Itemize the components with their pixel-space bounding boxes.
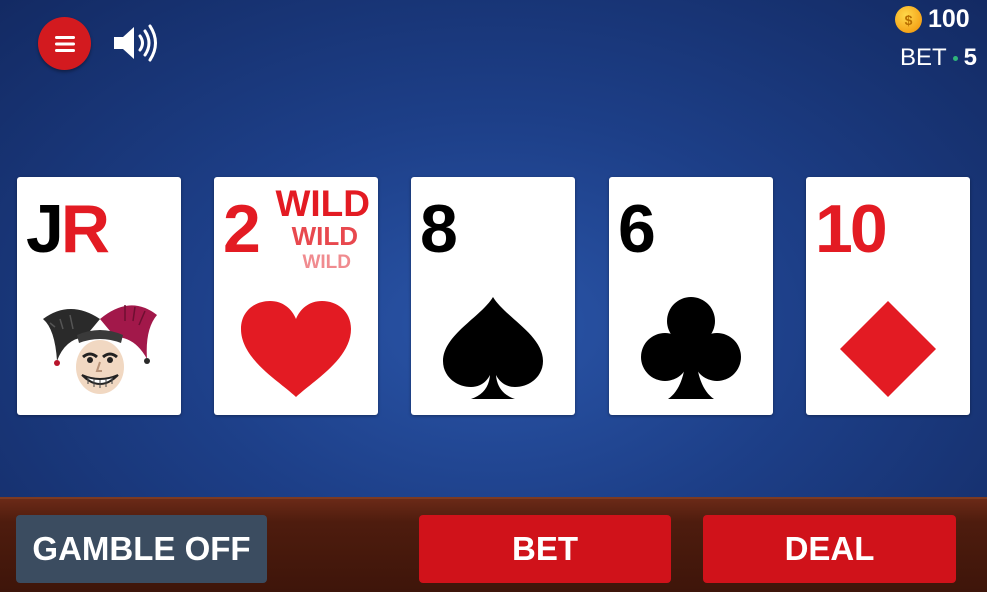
card-six-clubs[interactable]: 6 <box>609 177 773 415</box>
gold-coin-icon: $ <box>895 6 922 33</box>
speaker-volume-icon[interactable] <box>112 24 162 62</box>
wild-label-1: WILD <box>275 183 370 224</box>
card-joker[interactable]: JR <box>17 177 181 415</box>
jester-face-icon <box>43 305 157 394</box>
rank-r: R <box>60 191 110 267</box>
hamburger-menu-icon <box>54 35 75 52</box>
card-eight-spades[interactable]: 8 <box>411 177 575 415</box>
bet-separator-dot <box>952 55 958 61</box>
menu-button[interactable] <box>38 17 91 70</box>
card-rank: 2 <box>223 191 261 267</box>
card-rank: 6 <box>618 191 656 267</box>
wild-label-2: WILD <box>291 221 358 251</box>
card-rank: 10 <box>815 191 888 267</box>
gamble-toggle-button[interactable]: GAMBLE OFF <box>16 515 267 583</box>
spade-icon <box>443 297 543 399</box>
club-icon <box>641 297 741 399</box>
deal-button[interactable]: DEAL <box>703 515 956 583</box>
coin-balance: 100 <box>928 5 970 33</box>
card-two-hearts[interactable]: 2 WILD WILD WILD <box>214 177 378 415</box>
rank-j: J <box>26 191 64 267</box>
diamond-icon <box>840 301 936 397</box>
bet-value: 5 <box>963 44 977 71</box>
card-rank: JR <box>26 195 110 263</box>
wild-label-3: WILD <box>302 252 351 273</box>
coin-symbol: $ <box>904 11 913 28</box>
card-ten-diamonds[interactable]: 10 <box>806 177 970 415</box>
heart-icon <box>241 301 351 397</box>
bet-label: BET <box>899 44 947 71</box>
bet-button[interactable]: BET <box>419 515 671 583</box>
bet-readout: BET 5 <box>900 44 977 72</box>
card-rank: 8 <box>420 191 458 267</box>
